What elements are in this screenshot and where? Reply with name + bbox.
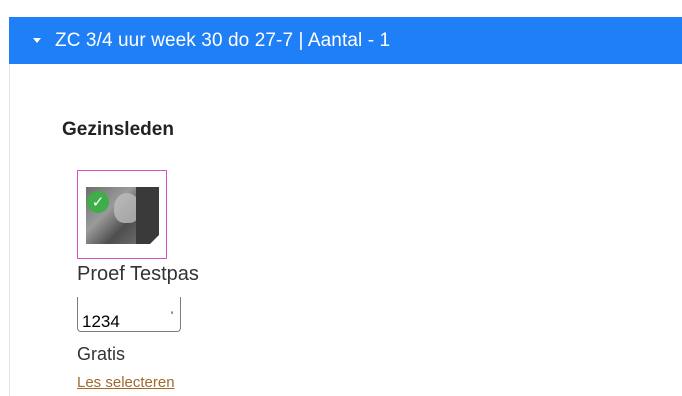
panel-left-border xyxy=(9,63,10,396)
accordion-header[interactable]: ZC 3/4 uur week 30 do 27-7 | Aantal - 1 xyxy=(9,17,682,64)
section-title: Gezinsleden xyxy=(62,119,174,140)
caret-down-icon[interactable] xyxy=(33,38,41,43)
price-label: Gratis xyxy=(77,344,126,364)
member-card[interactable]: ✓ xyxy=(77,170,167,259)
photo-corner xyxy=(150,235,159,244)
member-name: Proef Testpas xyxy=(77,263,199,285)
member-code-input[interactable] xyxy=(77,297,181,332)
select-lesson-link[interactable]: Les selecteren xyxy=(77,374,175,391)
check-icon: ✓ xyxy=(87,191,109,213)
input-mark: ' xyxy=(171,310,174,322)
accordion-title: ZC 3/4 uur week 30 do 27-7 | Aantal - 1 xyxy=(55,29,391,51)
